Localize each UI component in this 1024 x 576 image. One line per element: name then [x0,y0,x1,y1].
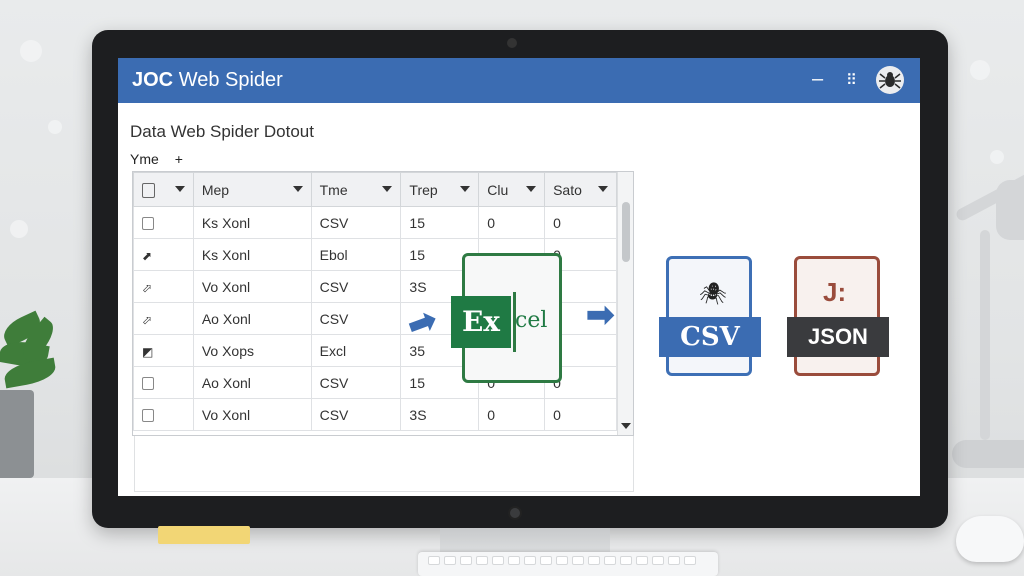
table-cell-type: CSV [310,206,402,239]
wall-texture [20,40,42,62]
sticky-notepad [158,526,250,544]
column-header-label: Tme [319,181,348,198]
csv-file-icon: 🕷 CSV [659,256,761,376]
table-cell-name: Vo Xops [192,334,312,367]
row-select-cell[interactable]: ⬀ [133,302,194,335]
table-cell-name: Ao Xonl [192,366,312,399]
table-cell-name: Vo Xonl [192,270,312,303]
mouse[interactable] [956,516,1024,562]
webcam [507,38,517,48]
title-bar: JOC Web Spider – ⠿ [118,58,920,103]
table-cell-type: CSV [310,270,402,303]
scrollbar-thumb[interactable] [622,202,630,262]
json-file-icon: J: JSON [787,256,889,376]
table-cell-type: Excl [310,334,402,367]
column-header[interactable]: Mep [192,172,312,207]
table-cell-clu: 0 [478,398,546,431]
chevron-down-icon[interactable] [174,186,185,192]
row-file-icon[interactable]: ◩ [142,345,153,359]
table-row[interactable]: Ks Xonl CSV 15 0 0 [133,206,617,239]
column-header[interactable]: Sato [544,172,617,207]
table-cell-type: CSV [310,366,402,399]
table-cell-trep: 3S [400,398,480,431]
excel-file-icon: Ex cel [451,253,562,383]
filter-label: Yme [130,151,159,167]
apps-grid-icon[interactable]: ⠿ [846,71,857,89]
wall-texture [990,150,1004,164]
row-file-icon[interactable]: ⬀ [142,313,152,327]
row-select-cell[interactable]: ⬈ [133,238,194,271]
table-cell-type: CSV [310,302,402,335]
row-select-cell[interactable] [133,398,194,431]
chevron-down-icon[interactable] [526,186,537,192]
row-file-icon[interactable] [142,409,154,423]
row-file-icon[interactable]: ⬀ [142,281,152,295]
table-cell-clu: 0 [478,206,546,239]
json-glyph: J: [823,277,847,307]
column-header[interactable]: Clu [478,172,546,207]
table-cell-sato: 0 [544,206,617,239]
table-cell-trep: 15 [400,206,480,239]
excel-label: cel [515,308,548,333]
row-file-icon[interactable] [142,377,154,391]
column-header-label: Mep [201,181,230,198]
table-cell-name: Vo Xonl [192,398,312,431]
app-title: JOC Web Spider [132,69,283,92]
column-header[interactable]: Trep [400,172,480,207]
app-window: JOC Web Spider – ⠿ Data Web Spider Dotou… [118,58,920,496]
json-label: JSON [787,317,889,357]
row-file-icon[interactable] [142,217,154,231]
excel-badge: Ex [451,296,511,348]
column-header-label: Sato [553,181,582,198]
wall-texture [48,120,62,134]
column-header-label: Trep [409,181,438,198]
plant-pot [0,390,34,478]
chevron-down-icon[interactable] [292,186,303,192]
wall-texture [10,220,28,238]
table-cell-name: Ks Xonl [192,238,312,271]
table-empty-area [134,436,634,492]
keyboard[interactable] [418,552,718,576]
chevron-down-icon[interactable] [382,186,393,192]
column-header[interactable]: Tme [310,172,402,207]
add-filter-icon[interactable]: + [175,151,183,167]
table-cell-type: CSV [310,398,402,431]
chevron-down-icon[interactable] [598,186,608,192]
row-select-cell[interactable] [133,206,194,239]
spider-icon: 🕷 [699,281,727,306]
spider-avatar-icon[interactable] [876,66,904,94]
table-cell-name: Ks Xonl [192,206,312,239]
table-row[interactable]: Vo Xonl CSV 3S 0 0 [133,398,617,431]
app-title-name: Web Spider [178,69,283,91]
row-select-cell[interactable] [133,366,194,399]
select-all-checkbox[interactable] [142,182,155,198]
row-file-icon[interactable]: ⬈ [142,249,152,263]
chevron-down-icon[interactable] [460,186,471,192]
vertical-scrollbar[interactable] [617,172,633,435]
power-button[interactable] [508,506,522,520]
row-select-cell[interactable]: ◩ [133,334,194,367]
table-cell-type: Ebol [310,238,402,271]
page-title: Data Web Spider Dotout [130,122,314,141]
table-cell-sato: 0 [544,398,617,431]
table-header-row: Mep Tme Trep Clu Sato [133,172,617,207]
wall-texture [970,60,990,80]
row-select-cell[interactable]: ⬀ [133,270,194,303]
filter-row[interactable]: Yme + [130,151,183,167]
csv-label: CSV [659,317,761,357]
select-all-header[interactable] [133,172,194,207]
scroll-down-icon[interactable] [621,423,631,429]
table-cell-name: Ao Xonl [192,302,312,335]
arrow-right-icon: ➡ [586,296,615,334]
app-title-brand: JOC [132,69,174,91]
minimize-icon[interactable]: – [812,68,823,91]
column-header-label: Clu [487,181,509,198]
